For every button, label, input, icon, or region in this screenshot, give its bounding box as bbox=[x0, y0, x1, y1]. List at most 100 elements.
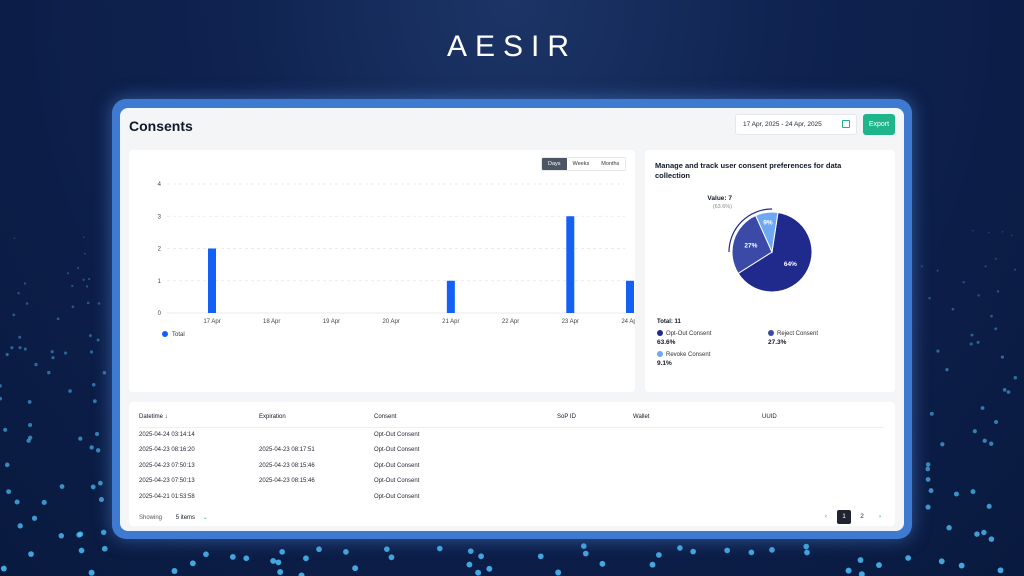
legend-dot bbox=[657, 351, 663, 357]
legend-label: Total bbox=[172, 332, 185, 338]
y-tick-label: 3 bbox=[158, 214, 162, 220]
table-cell: 2025-04-21 01:53:58 bbox=[139, 493, 195, 500]
pie-total: Total: 11 bbox=[657, 319, 681, 325]
date-range-picker[interactable]: 17 Apr, 2025 - 24 Apr, 2025 bbox=[735, 114, 857, 135]
background-dot bbox=[537, 553, 544, 560]
background-dot bbox=[34, 362, 38, 367]
background-dot bbox=[23, 282, 27, 285]
table-cell: Opt-Out Consent bbox=[374, 432, 420, 438]
background-dot bbox=[1002, 388, 1007, 392]
x-tick-label: 18 Apr bbox=[263, 319, 280, 325]
background-dot bbox=[58, 533, 65, 539]
pie-chart-card: Manage and track user consent preference… bbox=[645, 150, 895, 392]
background-dot bbox=[243, 555, 250, 562]
background-dot bbox=[938, 558, 945, 565]
export-button[interactable]: Export bbox=[863, 114, 895, 135]
legend-label: Opt-Out Consent bbox=[666, 331, 712, 337]
background-dot bbox=[343, 549, 349, 555]
background-dot bbox=[1010, 234, 1013, 237]
background-dot bbox=[857, 557, 864, 563]
background-dot bbox=[77, 266, 80, 269]
chevron-down-icon[interactable]: ⌄ bbox=[203, 515, 208, 521]
background-dot bbox=[0, 396, 3, 401]
table-cell bbox=[762, 489, 884, 505]
legend-revoke: Revoke Consent 9.1% bbox=[657, 351, 710, 367]
background-dot bbox=[994, 257, 997, 260]
table-cell: Opt-Out Consent bbox=[374, 447, 420, 454]
background-dot bbox=[229, 554, 236, 560]
prev-page-icon[interactable]: ‹ bbox=[819, 510, 833, 524]
table-row[interactable]: 2025-04-23 07:50:13 2025-04-23 08:15:46 Op… bbox=[139, 458, 884, 474]
background-dot bbox=[56, 317, 60, 321]
background-dot bbox=[677, 545, 683, 551]
background-dot bbox=[277, 569, 284, 576]
consents-table: Datetime ↓ Expiration Consent SoP ID Wallet U… bbox=[139, 407, 884, 505]
table-cell bbox=[633, 489, 762, 505]
background-dot bbox=[28, 435, 33, 440]
background-dot bbox=[66, 272, 70, 275]
page-size-select[interactable]: 5 items bbox=[176, 515, 195, 521]
background-dot bbox=[690, 548, 696, 555]
background-dot bbox=[951, 307, 955, 311]
table-cell bbox=[633, 443, 762, 459]
background-dot bbox=[64, 351, 68, 355]
toggle-days[interactable]: Days bbox=[542, 158, 567, 170]
background-dot bbox=[990, 314, 993, 318]
background-dot bbox=[804, 549, 810, 556]
column-header[interactable]: Datetime ↓ bbox=[139, 407, 259, 428]
legend-label: Reject Consent bbox=[777, 331, 819, 337]
background-dot bbox=[279, 549, 285, 555]
background-dot bbox=[86, 301, 90, 305]
background-dot bbox=[26, 438, 31, 443]
background-dot bbox=[946, 525, 952, 531]
background-dot bbox=[656, 552, 662, 558]
toggle-months[interactable]: Months bbox=[595, 158, 625, 170]
background-dot bbox=[275, 559, 282, 566]
table-row[interactable]: 2025-04-24 03:14:14 Opt-Out Consent bbox=[139, 427, 884, 443]
column-header: Wallet bbox=[633, 407, 762, 428]
table-cell: 2025-04-23 07:50:13 bbox=[139, 478, 195, 485]
table-row[interactable]: 2025-04-23 08:16:20 2025-04-23 08:17:51 Op… bbox=[139, 443, 884, 459]
background-dot bbox=[76, 532, 82, 538]
next-page-icon[interactable]: › bbox=[873, 510, 887, 524]
x-tick-label: 23 Apr bbox=[562, 319, 579, 325]
background-dot bbox=[994, 419, 999, 425]
column-header: Expiration bbox=[259, 407, 374, 428]
background-dot bbox=[977, 294, 980, 297]
background-dot bbox=[997, 567, 1004, 574]
toggle-weeks[interactable]: Weeks bbox=[567, 158, 596, 170]
background-dot bbox=[996, 290, 1000, 293]
table-row[interactable]: 2025-04-23 07:50:13 2025-04-23 08:15:46 Op… bbox=[139, 474, 884, 490]
background-dot bbox=[988, 231, 990, 234]
tooltip-value: Value: 7 bbox=[707, 195, 732, 202]
background-dot bbox=[31, 515, 38, 521]
table-header-row: Datetime ↓ Expiration Consent SoP ID Wallet U… bbox=[139, 407, 884, 428]
background-dot bbox=[555, 569, 562, 576]
pie-slice-label: 9% bbox=[763, 219, 773, 226]
background-dot bbox=[388, 554, 395, 561]
background-dot bbox=[0, 565, 7, 572]
y-tick-label: 1 bbox=[158, 279, 162, 285]
background-dot bbox=[486, 565, 493, 572]
table-row[interactable]: 2025-04-21 01:53:58 Opt-Out Consent bbox=[139, 489, 884, 505]
background-dot bbox=[748, 549, 755, 556]
background-dot bbox=[953, 491, 959, 497]
background-dot bbox=[78, 547, 85, 554]
bar-chart-card: Days Weeks Months 0 1 2 3 4 17 Apr 18 Apr 19 Ap… bbox=[129, 150, 639, 392]
bar bbox=[446, 280, 455, 313]
background-dot bbox=[925, 466, 931, 472]
background-dot bbox=[580, 543, 587, 549]
background-dot bbox=[18, 346, 22, 350]
background-dot bbox=[89, 350, 94, 354]
table-cell bbox=[633, 458, 762, 474]
background-dot bbox=[478, 553, 484, 560]
background-dot bbox=[920, 265, 923, 268]
background-dot bbox=[925, 504, 931, 510]
background-dot bbox=[77, 531, 84, 537]
background-dot bbox=[4, 462, 10, 468]
background-dot bbox=[724, 547, 730, 554]
page-2-button[interactable]: 2 bbox=[855, 510, 869, 524]
page-1-button[interactable]: 1 bbox=[837, 510, 851, 524]
table-cell: 2025-04-24 03:14:14 bbox=[139, 432, 195, 438]
background-dot bbox=[101, 545, 108, 552]
